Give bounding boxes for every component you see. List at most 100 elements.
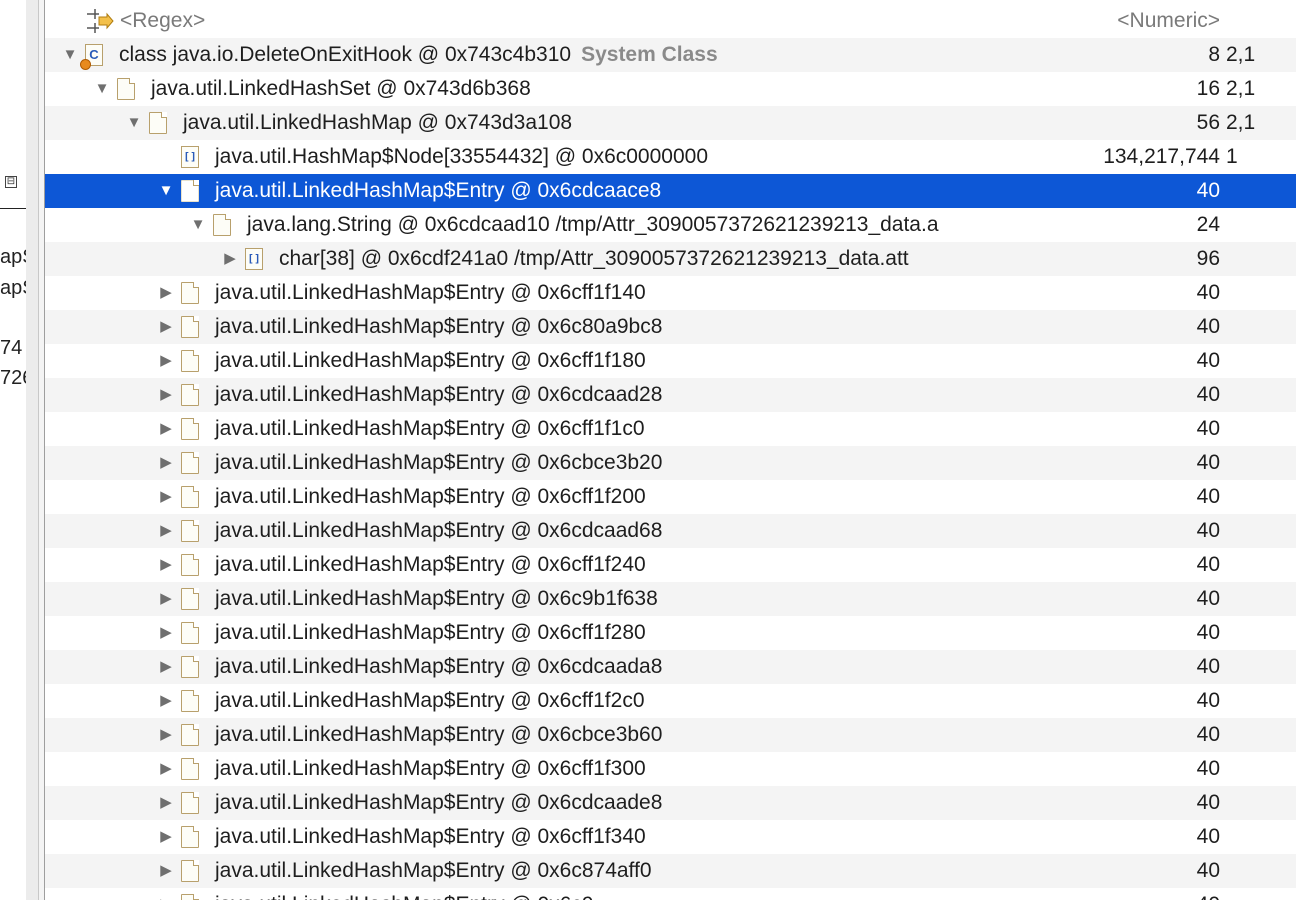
retained-heap-cell	[1226, 820, 1296, 854]
tree-row[interactable]: ▶ java.util.LinkedHashMap$Entry @ 0x6cdca…	[45, 786, 1296, 820]
tree-row[interactable]: ▶ [] char[38] @ 0x6cdf241a0 /tmp/Attr_3090…	[45, 242, 1296, 276]
expand-triangle-right-icon[interactable]: ▶	[157, 582, 175, 616]
tree-row[interactable]: ▼ java.lang.String @ 0x6cdcaad10 /tmp/Att…	[45, 208, 1296, 242]
name-cell: ▶ java.util.LinkedHashMap$Entry @ 0x6c9b1…	[45, 582, 1045, 616]
shallow-heap-cell: 40	[1196, 451, 1220, 474]
object-name: java.util.LinkedHashMap$Entry @ 0x6cdcaa…	[215, 179, 662, 202]
object-name: java.util.LinkedHashMap$Entry @ 0x6c874a…	[215, 859, 652, 882]
object-name: java.util.LinkedHashMap$Entry @ 0x6cff1f…	[215, 689, 645, 712]
expand-triangle-right-icon[interactable]: ▶	[157, 684, 175, 718]
expand-triangle-down-icon[interactable]: ▼	[61, 38, 79, 72]
expand-triangle-right-icon[interactable]: ▶	[157, 718, 175, 752]
retained-heap-cell	[1226, 616, 1296, 650]
array-icon: []	[245, 248, 263, 270]
tree-row[interactable]: ▶ java.util.LinkedHashMap$Entry @ 0x6c9 .…	[45, 888, 1296, 900]
tree-row[interactable]: ▶ java.util.LinkedHashMap$Entry @ 0x6cff1…	[45, 344, 1296, 378]
tree-row[interactable]: ▶ java.util.LinkedHashMap$Entry @ 0x6cdca…	[45, 650, 1296, 684]
tree-row[interactable]: [] java.util.HashMap$Node[33554432] @ 0x6…	[45, 140, 1296, 174]
name-cell: ▶ java.util.LinkedHashMap$Entry @ 0x6cbce…	[45, 446, 1045, 480]
object-label: java.util.LinkedHashMap$Entry @ 0x6cff1f…	[215, 412, 645, 446]
name-cell: ▶ java.util.LinkedHashMap$Entry @ 0x6c80a…	[45, 310, 1045, 344]
object-name: java.util.LinkedHashMap$Entry @ 0x6cbce3…	[215, 451, 663, 474]
name-cell: ▶ java.util.LinkedHashMap$Entry @ 0x6cdca…	[45, 378, 1045, 412]
expand-triangle-right-icon[interactable]: ▶	[157, 480, 175, 514]
object-icon	[181, 656, 199, 678]
object-icon	[181, 384, 199, 406]
expand-triangle-right-icon[interactable]: ▶	[157, 854, 175, 888]
tree-row[interactable]: ▶ java.util.LinkedHashMap$Entry @ 0x6c9b1…	[45, 582, 1296, 616]
retained-heap-cell	[1226, 888, 1296, 900]
shallow-heap-cell: 40	[1045, 888, 1220, 900]
name-filter-placeholder[interactable]: <Regex>	[120, 4, 205, 38]
retained-heap-cell	[1226, 174, 1296, 208]
object-label: java.util.LinkedHashMap$Entry @ 0x6cff1f…	[215, 480, 646, 514]
name-filter-cell[interactable]: <Regex>	[45, 4, 1045, 38]
tree-row-selected[interactable]: ▼ java.util.LinkedHashMap$Entry @ 0x6cdca…	[45, 174, 1296, 208]
object-label: java.util.LinkedHashMap @ 0x743d3a108	[183, 106, 572, 140]
object-name: java.util.LinkedHashMap$Entry @ 0x6c9b1f…	[215, 587, 658, 610]
expand-triangle-down-icon[interactable]: ▼	[157, 174, 175, 208]
tree-row[interactable]: ▶ java.util.LinkedHashMap$Entry @ 0x6cff1…	[45, 548, 1296, 582]
object-tree-table[interactable]: <Regex> <Numeric> ▼ Cclass java.io.DeleteOn…	[45, 4, 1296, 900]
tree-row[interactable]: ▶ java.util.LinkedHashMap$Entry @ 0x6cff1…	[45, 480, 1296, 514]
expand-triangle-right-icon[interactable]: ▶	[157, 276, 175, 310]
expand-triangle-right-icon[interactable]: ▶	[157, 548, 175, 582]
expand-triangle-right-icon[interactable]: ▶	[157, 650, 175, 684]
tree-row[interactable]: ▶ java.util.LinkedHashMap$Entry @ 0x6c874…	[45, 854, 1296, 888]
clipped-text: apS	[0, 246, 26, 268]
object-label: java.util.LinkedHashMap$Entry @ 0x6cff1f…	[215, 684, 645, 718]
sash[interactable]	[38, 0, 45, 900]
tree-row[interactable]: ▼ Cclass java.io.DeleteOnExitHook @ 0x743…	[45, 38, 1296, 72]
object-name: java.util.LinkedHashSet @ 0x743d6b368	[151, 77, 531, 100]
object-label: java.util.HashMap$Node[33554432] @ 0x6c0…	[215, 140, 708, 174]
expand-triangle-right-icon[interactable]: ▶	[157, 446, 175, 480]
tree-row[interactable]: ▶ java.util.LinkedHashMap$Entry @ 0x6cff1…	[45, 752, 1296, 786]
expand-triangle-right-icon[interactable]: ▶	[157, 752, 175, 786]
expand-triangle-right-icon[interactable]: ▶	[157, 888, 175, 900]
expand-triangle-right-icon[interactable]: ▶	[157, 310, 175, 344]
tree-row[interactable]: ▶ java.util.LinkedHashMap$Entry @ 0x6cff1…	[45, 276, 1296, 310]
tree-row[interactable]: ▶ java.util.LinkedHashMap$Entry @ 0x6cbce…	[45, 446, 1296, 480]
collapse-icon[interactable]: ⊟	[5, 176, 17, 188]
tree-row[interactable]: ▼ java.util.LinkedHashSet @ 0x743d6b368 16…	[45, 72, 1296, 106]
name-cell: ▼ java.lang.String @ 0x6cdcaad10 /tmp/Att…	[45, 208, 1045, 242]
object-label: java.util.LinkedHashMap$Entry @ 0x6cff1f…	[215, 548, 646, 582]
tree-row[interactable]: ▶ java.util.LinkedHashMap$Entry @ 0x6cff1…	[45, 616, 1296, 650]
expand-triangle-right-icon[interactable]: ▶	[157, 786, 175, 820]
expand-triangle-down-icon[interactable]: ▼	[125, 106, 143, 140]
expand-triangle-down-icon[interactable]: ▼	[93, 72, 111, 106]
tree-row[interactable]: ▶ java.util.LinkedHashMap$Entry @ 0x6cff1…	[45, 412, 1296, 446]
shallow-heap-cell: 40	[1196, 485, 1220, 508]
tree-row[interactable]: ▶ java.util.LinkedHashMap$Entry @ 0x6c80a…	[45, 310, 1296, 344]
object-icon	[181, 690, 199, 712]
numeric-filter-placeholder[interactable]: <Numeric>	[1045, 4, 1220, 38]
expand-triangle-right-icon[interactable]: ▶	[221, 242, 239, 276]
object-icon	[181, 826, 199, 848]
retained-heap-cell: 2,1	[1226, 77, 1256, 100]
tree-row[interactable]: ▶ java.util.LinkedHashMap$Entry @ 0x6cff1…	[45, 684, 1296, 718]
object-label: java.util.LinkedHashSet @ 0x743d6b368	[151, 72, 531, 106]
object-name: java.util.LinkedHashMap$Entry @ 0x6cff1f…	[215, 825, 646, 848]
tree-row[interactable]: ▶ java.util.LinkedHashMap$Entry @ 0x6cff1…	[45, 820, 1296, 854]
expand-triangle-down-icon[interactable]: ▼	[189, 208, 207, 242]
object-label: java.util.LinkedHashMap$Entry @ 0x6c9 ..…	[215, 888, 617, 900]
tree-row[interactable]: ▶ java.util.LinkedHashMap$Entry @ 0x6cdca…	[45, 514, 1296, 548]
expand-triangle-right-icon[interactable]: ▶	[157, 412, 175, 446]
expand-triangle-right-icon[interactable]: ▶	[157, 820, 175, 854]
tree-row[interactable]: ▶ java.util.LinkedHashMap$Entry @ 0x6cdca…	[45, 378, 1296, 412]
name-cell: [] java.util.HashMap$Node[33554432] @ 0x6…	[45, 140, 1045, 174]
expand-triangle-right-icon[interactable]: ▶	[157, 344, 175, 378]
object-icon	[181, 282, 199, 304]
expand-triangle-right-icon[interactable]: ▶	[157, 616, 175, 650]
shallow-heap-cell: 40	[1196, 281, 1220, 304]
expand-triangle-right-icon[interactable]: ▶	[157, 378, 175, 412]
shallow-heap-cell: 40	[1196, 723, 1220, 746]
tree-row[interactable]: ▼ java.util.LinkedHashMap @ 0x743d3a108 56…	[45, 106, 1296, 140]
object-icon	[181, 792, 199, 814]
tree-row[interactable]: ▶ java.util.LinkedHashMap$Entry @ 0x6cbce…	[45, 718, 1296, 752]
expand-triangle-right-icon[interactable]: ▶	[157, 514, 175, 548]
retained-heap-cell	[1226, 208, 1296, 242]
shallow-heap-cell: 40	[1196, 553, 1220, 576]
object-label: java.util.LinkedHashMap$Entry @ 0x6cdcaa…	[215, 378, 662, 412]
name-cell: ▼ java.util.LinkedHashMap$Entry @ 0x6cdca…	[45, 174, 1045, 208]
